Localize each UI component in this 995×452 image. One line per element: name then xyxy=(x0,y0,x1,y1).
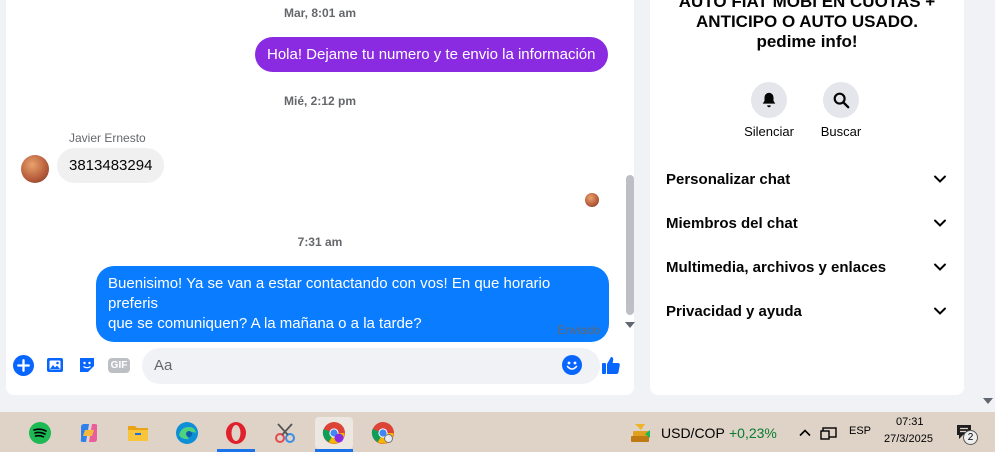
chat-info-panel: AUTO FIAT MOBI EN CUOTAS + ANTICIPO O AU… xyxy=(650,0,964,395)
message-line: Buenisimo! Ya se van a estar contactando… xyxy=(108,275,551,312)
bell-icon[interactable] xyxy=(751,82,787,118)
search-label: Buscar xyxy=(820,124,862,139)
ticker-change: +0,23% xyxy=(729,425,777,441)
chevron-up-icon[interactable] xyxy=(792,417,818,449)
search-icon[interactable] xyxy=(823,82,859,118)
menu-label: Miembros del chat xyxy=(666,214,798,232)
menu-privacy-help[interactable]: Privacidad y ayuda xyxy=(666,291,948,331)
taskbar: USD/COP +0,23% ESP 07:31 27/3/2025 2 xyxy=(0,412,995,452)
plus-icon[interactable] xyxy=(12,354,34,376)
language-indicator[interactable]: ESP xyxy=(849,425,871,437)
menu-label: Multimedia, archivos y enlaces xyxy=(666,258,887,276)
chevron-down-icon xyxy=(932,171,948,187)
title-line: AUTO FIAT MOBI EN CUOTAS + xyxy=(678,0,936,11)
scroll-down-arrow[interactable] xyxy=(625,322,635,328)
thumbs-up-icon[interactable] xyxy=(600,354,622,376)
currency-widget-icon[interactable] xyxy=(622,417,660,449)
chat-panel: Mar, 8:01 am Hola! Dejame tu numero y te… xyxy=(6,0,635,395)
sent-message[interactable]: Buenisimo! Ya se van a estar contactando… xyxy=(96,266,609,342)
network-icon[interactable] xyxy=(816,417,842,449)
chevron-down-icon xyxy=(932,259,948,275)
message-line: que se comuniquen? A la mañana o a la ta… xyxy=(108,315,422,332)
clock-time[interactable]: 07:31 xyxy=(896,416,924,428)
mute-label: Silenciar xyxy=(744,124,794,139)
menu-customize-chat[interactable]: Personalizar chat xyxy=(666,159,948,199)
emoji-icon[interactable] xyxy=(561,354,583,376)
menu-chat-members[interactable]: Miembros del chat xyxy=(666,203,948,243)
menu-media-files-links[interactable]: Multimedia, archivos y enlaces xyxy=(666,247,948,287)
chevron-down-icon xyxy=(932,303,948,319)
timestamp: Mar, 8:01 am xyxy=(283,6,357,20)
snipping-tool-icon[interactable] xyxy=(266,417,304,449)
conversation-title: AUTO FIAT MOBI EN CUOTAS + ANTICIPO O AU… xyxy=(650,0,964,52)
composer: GIF Aa xyxy=(6,345,634,387)
seen-avatar xyxy=(585,193,599,207)
photo-icon[interactable] xyxy=(44,354,66,376)
avatar[interactable] xyxy=(21,155,49,183)
received-message[interactable]: 3813483294 xyxy=(57,148,165,183)
message-input[interactable]: Aa xyxy=(142,348,600,384)
gif-label: GIF xyxy=(107,357,131,373)
chevron-down-icon xyxy=(932,215,948,231)
sent-message[interactable]: Hola! Dejame tu numero y te envio la inf… xyxy=(255,37,608,72)
title-line: ANTICIPO O AUTO USADO. xyxy=(696,12,918,31)
sender-name: Javier Ernesto xyxy=(69,131,146,145)
copilot-icon[interactable] xyxy=(70,417,108,449)
opera-icon[interactable] xyxy=(217,417,255,452)
page-scroll-down-arrow[interactable] xyxy=(983,398,993,404)
gif-icon[interactable]: GIF xyxy=(107,354,131,376)
sticker-icon[interactable] xyxy=(76,354,98,376)
notification-count: 2 xyxy=(963,430,978,445)
mute-action[interactable]: Silenciar xyxy=(734,82,804,139)
file-explorer-icon[interactable] xyxy=(119,417,157,449)
clock-date[interactable]: 27/3/2025 xyxy=(884,433,933,445)
search-action[interactable]: Buscar xyxy=(806,82,876,139)
scrollbar-thumb[interactable] xyxy=(626,175,634,315)
menu-label: Personalizar chat xyxy=(666,170,791,188)
message-status: Enviado xyxy=(557,323,601,337)
chrome-icon[interactable] xyxy=(315,417,353,452)
title-line: pedime info! xyxy=(756,32,858,51)
menu-label: Privacidad y ayuda xyxy=(666,302,802,320)
chrome-profile-icon[interactable] xyxy=(364,417,402,449)
spotify-icon[interactable] xyxy=(21,417,59,449)
edge-icon[interactable] xyxy=(168,417,206,449)
ticker-symbol[interactable]: USD/COP xyxy=(661,425,725,441)
timestamp: Mié, 2:12 pm xyxy=(283,94,357,108)
timestamp: 7:31 am xyxy=(297,235,343,249)
notifications-icon[interactable]: 2 xyxy=(948,417,982,449)
